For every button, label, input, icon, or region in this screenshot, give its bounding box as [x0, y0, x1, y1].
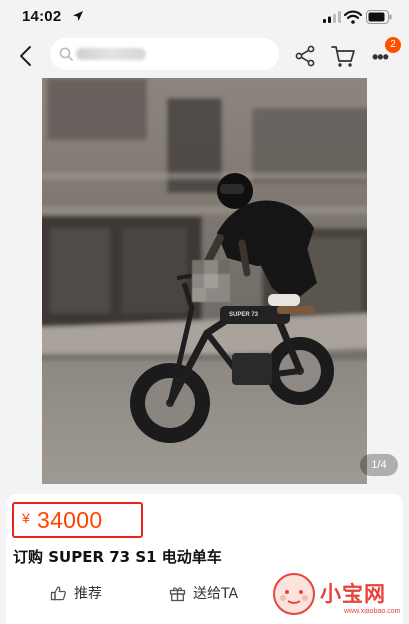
share-icon[interactable] — [293, 44, 317, 68]
cart-icon[interactable] — [330, 43, 356, 69]
more-dots-icon: ••• — [372, 47, 389, 67]
watermark: 小宝网 www.xiaobao.com — [272, 572, 402, 622]
search-bar[interactable] — [50, 38, 279, 70]
image-counter: 1/4 — [360, 454, 398, 476]
search-icon — [59, 47, 73, 61]
wifi-icon — [344, 10, 362, 24]
watermark-url: www.xiaobao.com — [344, 608, 401, 615]
status-bar: 14:02 — [0, 0, 409, 34]
more-button[interactable]: ••• 2 — [370, 37, 401, 68]
product-price: 34000 — [37, 507, 103, 533]
gift-icon — [169, 586, 186, 601]
gift-button[interactable]: 送给TA — [169, 580, 238, 606]
frame-brand-label: SUPER 73 — [229, 312, 259, 318]
currency-symbol: ¥ — [22, 510, 30, 526]
back-arrow-icon[interactable] — [14, 44, 38, 68]
bike-photo: SUPER 73 — [42, 78, 367, 484]
search-query-blurred — [76, 48, 146, 60]
cellular-signal-icon — [323, 11, 341, 23]
censor-block — [192, 260, 230, 302]
location-arrow-icon — [73, 11, 83, 21]
recommend-label: 推荐 — [74, 586, 102, 602]
product-title: 订购 SUPER 73 S1 电动单车 — [13, 548, 222, 566]
watermark-brand: 小宝网 — [320, 582, 386, 606]
nav-bar: ••• 2 — [0, 34, 409, 78]
recommend-button[interactable]: 推荐 — [50, 580, 102, 606]
notification-badge: 2 — [385, 37, 401, 53]
thumbs-up-icon — [50, 585, 66, 600]
status-time: 14:02 — [22, 8, 62, 25]
baby-face-logo-icon — [273, 573, 315, 615]
product-image[interactable]: SUPER 73 — [42, 78, 367, 484]
battery-icon — [366, 10, 392, 24]
gift-label: 送给TA — [193, 586, 239, 602]
